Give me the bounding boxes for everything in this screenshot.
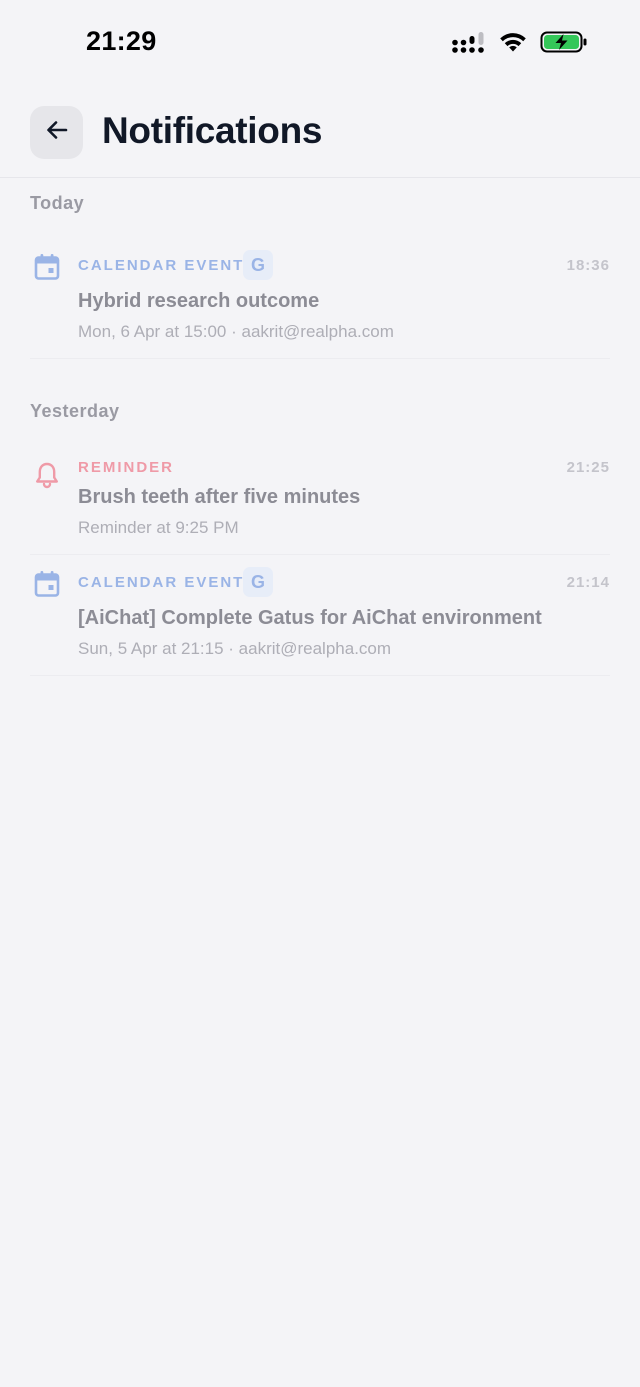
row-divider [30, 675, 610, 676]
notification-subtitle: Sun, 5 Apr at 21:15 · aakrit@realpha.com [78, 639, 392, 658]
row-divider [30, 358, 610, 359]
back-button[interactable] [30, 106, 83, 159]
calendar-icon [34, 253, 60, 286]
notification-type-label: CALENDAR EVENT [78, 257, 245, 274]
notification-title: Hybrid research outcome [78, 290, 320, 312]
notification-subtitle: Mon, 6 Apr at 15:00 · aakrit@realpha.com [78, 322, 394, 341]
notification-item[interactable]: REMINDER 21:25 Brush teeth after five mi… [30, 458, 610, 554]
notification-title: Brush teeth after five minutes [78, 486, 361, 508]
calendar-icon [34, 570, 60, 603]
notification-time: 21:25 [566, 459, 610, 476]
notification-type-label: REMINDER [78, 459, 175, 476]
section-label-yesterday: Yesterday [30, 401, 120, 421]
header-divider [0, 177, 640, 178]
notification-item[interactable]: CALENDAR EVENT G 18:36 Hybrid research o… [30, 250, 610, 358]
bell-icon [34, 461, 60, 494]
row-divider [30, 554, 610, 555]
notification-item[interactable]: CALENDAR EVENT G 21:14 [AiChat] Complete… [30, 567, 610, 675]
cellular-signal-icon [452, 30, 486, 59]
status-icons [452, 28, 588, 60]
status-bar: 21:29 [0, 0, 640, 88]
notification-time: 18:36 [566, 257, 610, 274]
arrow-left-icon [44, 117, 70, 148]
page-title: Notifications [102, 110, 323, 151]
notification-title: [AiChat] Complete Gatus for AiChat envir… [78, 607, 542, 629]
notification-time: 21:14 [566, 574, 610, 591]
google-badge: G [243, 250, 273, 280]
google-badge: G [243, 567, 273, 597]
notifications-screen: 21:29 Notifications Today CALENDAR EVENT… [0, 0, 640, 1387]
wifi-icon [498, 30, 528, 59]
battery-charging-icon [540, 30, 588, 59]
notification-subtitle: Reminder at 9:25 PM [78, 518, 239, 537]
status-time: 21:29 [86, 26, 157, 56]
notification-type-label: CALENDAR EVENT [78, 574, 245, 591]
header: Notifications [0, 104, 640, 178]
section-label-today: Today [30, 193, 85, 213]
